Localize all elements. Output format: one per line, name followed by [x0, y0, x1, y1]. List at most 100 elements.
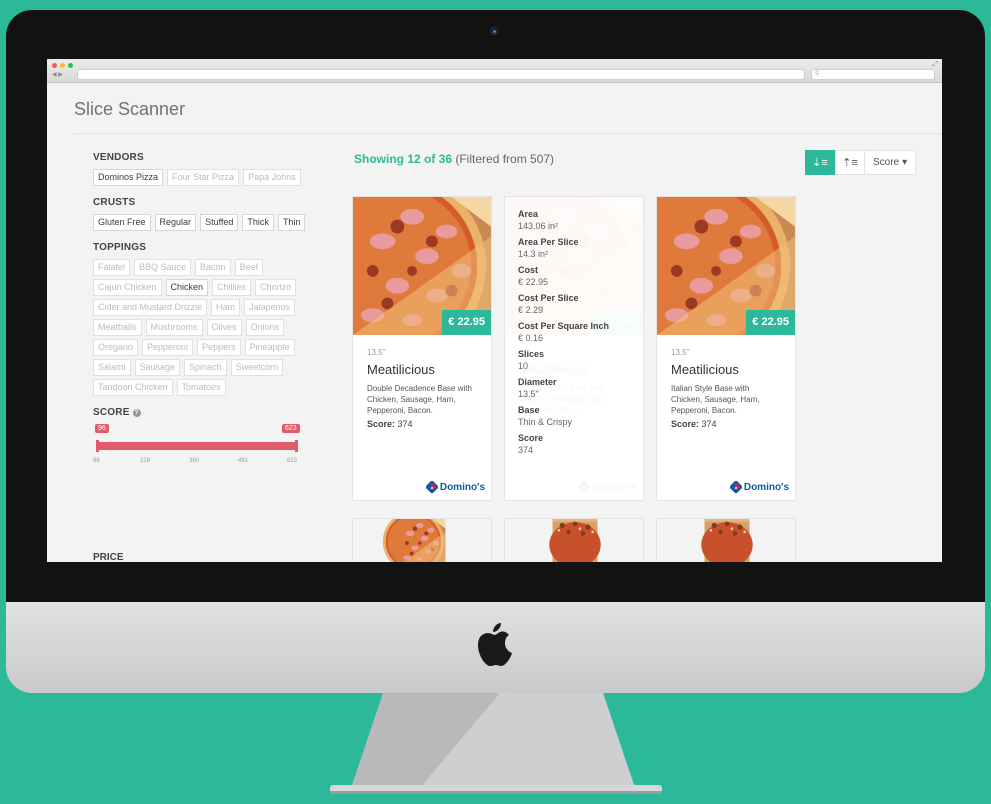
filter-chip-oregano[interactable]: Oregano — [93, 339, 139, 356]
sort-ascending-icon: ⇡≡ — [842, 157, 858, 169]
vendors-heading: VENDORS — [93, 152, 144, 163]
vendor-chips: Dominos Pizza Four Star Pizza Papa Johns — [93, 169, 313, 186]
dominos-logo-icon — [729, 481, 742, 493]
pizza-photo-meat — [657, 519, 796, 562]
filter-chip-pineapple[interactable]: Pineapple — [244, 339, 295, 356]
filter-chip-ham[interactable]: Ham — [211, 299, 241, 316]
pizza-photo: € 22.95 — [657, 197, 795, 335]
score-range-slider[interactable]: 96 623 96 228 360 491 623 — [93, 424, 300, 464]
detail-value: 13.5" — [518, 389, 539, 399]
results-filtered: (Filtered from 507) — [455, 152, 555, 166]
address-bar[interactable] — [77, 69, 805, 80]
filter-chip-peppers[interactable]: Peppers — [197, 339, 241, 356]
filter-chip-tomatoes[interactable]: Tomatoes — [176, 379, 226, 396]
score-value: 374 — [701, 419, 717, 429]
pizza-photo-meat — [505, 519, 644, 562]
slider-max-handle[interactable] — [295, 440, 298, 452]
result-card-partial[interactable] — [504, 518, 644, 562]
score-heading: SCORE ? — [93, 407, 313, 418]
filter-chip-chillies[interactable]: Chillies — [212, 279, 252, 296]
detail-row: Cost Per Slice € 2.29 — [518, 292, 630, 316]
filter-chip-salami[interactable]: Salami — [93, 359, 131, 376]
filter-chip-bacon[interactable]: Bacon — [195, 259, 231, 276]
filter-chip-cajun-chicken[interactable]: Cajun Chicken — [93, 279, 162, 296]
filter-chip-spinach[interactable]: Spinach — [184, 359, 227, 376]
sort-controls: ⇣≡ ⇡≡ Score ▾ — [805, 150, 917, 175]
result-card-partial[interactable] — [656, 518, 796, 562]
pizza-name[interactable]: Meatilicious — [367, 362, 477, 377]
sort-ascending-button[interactable]: ⇡≡ — [835, 150, 865, 175]
slider-tick-label: 228 — [140, 458, 151, 464]
vendors-filter: VENDORS Dominos Pizza Four Star Pizza Papa… — [93, 152, 313, 186]
crusts-heading: CRUSTS — [93, 197, 136, 208]
filter-chip-four-star-pizza[interactable]: Four Star Pizza — [167, 169, 240, 186]
filter-chip-falafel[interactable]: Falafel — [93, 259, 131, 276]
pizza-score: Score: 374 — [671, 419, 781, 429]
close-window-icon[interactable] — [52, 63, 57, 68]
pizza-size: 13.5" — [671, 348, 690, 357]
filter-chip-regular[interactable]: Regular — [154, 214, 197, 231]
back-forward-icon[interactable]: ◀ ▶ — [52, 71, 63, 78]
browser-search-field[interactable]: ⚲ — [811, 69, 935, 80]
filter-chip-meatballs[interactable]: Meatballs — [93, 319, 142, 336]
filter-chip-tandoori-chicken[interactable]: Tandoori Chicken — [93, 379, 173, 396]
crusts-filter: CRUSTS Gluten Free Regular Stuffed Thick Thi… — [93, 197, 313, 231]
vendor-logo: Domino's — [729, 481, 789, 493]
filter-chip-dominos-pizza[interactable]: Dominos Pizza — [93, 169, 164, 186]
filter-sidebar: VENDORS Dominos Pizza Four Star Pizza Papa… — [93, 152, 313, 475]
sort-descending-icon: ⇣≡ — [812, 157, 828, 169]
pizza-card[interactable]: € 22.95 13.5" Meatilicious Italian Style… — [656, 196, 796, 501]
filter-chip-bbq-sauce[interactable]: BBQ Sauce — [134, 259, 192, 276]
vendor-name: Domino's — [439, 481, 485, 493]
card-body: 13.5" Meatilicious Double Decadence Base… — [353, 335, 491, 429]
filter-chip-thin[interactable]: Thin — [277, 214, 306, 231]
vendor-logo: Domino's — [425, 481, 485, 493]
detail-value: € 0.16 — [518, 333, 544, 343]
detail-value: 10 — [518, 361, 529, 371]
filter-chip-stuffed[interactable]: Stuffed — [200, 214, 239, 231]
toppings-heading: TOPPINGS — [93, 242, 147, 253]
pizza-photo: € 22.95 — [353, 197, 491, 335]
webcam-icon — [490, 27, 498, 35]
filter-chip-jalapenos[interactable]: Jalapenos — [244, 299, 296, 316]
info-icon[interactable]: ? — [132, 408, 141, 417]
filter-chip-pepperoni[interactable]: Pepperoni — [142, 339, 194, 356]
detail-label: Base — [518, 405, 540, 415]
pizza-card[interactable]: € 22.95 13.5" Meatilicious Double Decade… — [352, 196, 492, 501]
crust-chips: Gluten Free Regular Stuffed Thick Thin — [93, 214, 313, 231]
pizza-card[interactable]: € 22.95 13.5" Meatilicious Thin & Crispy… — [504, 196, 644, 501]
filter-chip-cider-and-mustard-drizzle[interactable]: Cider and Mustard Drizzle — [93, 299, 208, 316]
maximize-window-icon[interactable] — [68, 63, 73, 68]
detail-row: Cost Per Square Inch € 0.16 — [518, 320, 630, 344]
filter-chip-sweetcorn[interactable]: Sweetcorn — [230, 359, 284, 376]
filter-chip-onions[interactable]: Onions — [245, 319, 285, 336]
app-title: Slice Scanner — [74, 99, 186, 119]
price-tag: € 22.95 — [746, 310, 795, 335]
filter-chip-chorizo[interactable]: Chorizo — [255, 279, 297, 296]
fullscreen-icon[interactable]: ⤢ — [932, 61, 938, 69]
sort-field-label: Score — [873, 157, 900, 168]
filter-chip-papa-johns[interactable]: Papa Johns — [243, 169, 301, 186]
slider-track[interactable] — [97, 442, 297, 450]
price-heading: PRICE — [93, 552, 124, 562]
slider-tick-label: 491 — [238, 458, 249, 464]
screen: ◀ ▶ ⚲ ⤢ Slice Scanner VENDORS Dominos Pi… — [47, 59, 942, 562]
price-tag: € 22.95 — [442, 310, 491, 335]
caret-down-icon: ▾ — [902, 157, 908, 168]
filter-chip-beef[interactable]: Beef — [234, 259, 264, 276]
filter-chip-sausage[interactable]: Sausage — [134, 359, 181, 376]
filter-chip-thick[interactable]: Thick — [242, 214, 274, 231]
minimize-window-icon[interactable] — [60, 63, 65, 68]
sort-field-dropdown[interactable]: Score ▾ — [865, 150, 917, 175]
filter-chip-gluten-free[interactable]: Gluten Free — [93, 214, 151, 231]
detail-row: Area Per Slice 14.3 in² — [518, 236, 630, 260]
filter-chip-olives[interactable]: Olives — [206, 319, 242, 336]
detail-label: Diameter — [518, 377, 557, 387]
result-card-partial[interactable] — [352, 518, 492, 562]
sort-descending-button[interactable]: ⇣≡ — [805, 150, 835, 175]
slider-min-handle[interactable] — [96, 440, 99, 452]
filter-chip-mushrooms[interactable]: Mushrooms — [145, 319, 203, 336]
filter-chip-chicken[interactable]: Chicken — [165, 279, 209, 296]
pizza-name[interactable]: Meatilicious — [671, 362, 781, 377]
score-label: Score: — [367, 419, 396, 429]
